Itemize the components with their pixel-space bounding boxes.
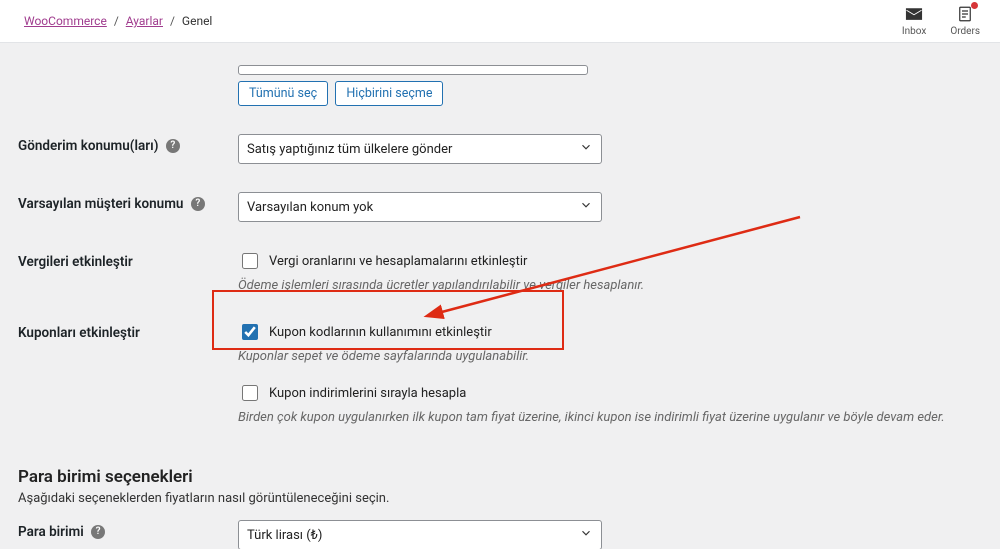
help-icon[interactable]: ?	[191, 197, 205, 211]
mail-icon	[904, 5, 924, 26]
currency-options-desc: Aşağıdaki seçeneklerden fiyatların nasıl…	[18, 491, 982, 506]
breadcrumb-settings[interactable]: Ayarlar	[126, 14, 163, 28]
default-customer-location-value: Varsayılan konum yok	[247, 200, 373, 215]
coupon-sequential-text: Kupon indirimlerini sırayla hesapla	[269, 386, 466, 401]
enable-coupon-codes-text: Kupon kodlarının kullanımını etkinleştir	[269, 325, 492, 340]
coupon-sequential-row[interactable]: Kupon indirimlerini sırayla hesapla	[238, 382, 982, 404]
currency-select[interactable]: Türk lirası (₺)	[238, 520, 602, 549]
currency-label: Para birimi	[18, 524, 84, 540]
notification-dot-icon	[971, 2, 978, 9]
chevron-down-icon	[579, 140, 593, 158]
settings-content: Tümünü seç Hiçbirini seçme Gönderim konu…	[0, 43, 1000, 549]
breadcrumb: WooCommerce / Ayarlar / Genel	[24, 14, 212, 28]
inbox-button[interactable]: Inbox	[902, 5, 926, 37]
shipping-location-label: Gönderim konumu(ları)	[18, 138, 158, 154]
coupon-sequential-desc: Birden çok kupon uygulanırken ilk kupon …	[238, 410, 982, 425]
enable-taxes-label: Vergileri etkinleştir	[18, 254, 133, 270]
inbox-label: Inbox	[902, 26, 926, 37]
breadcrumb-woocommerce[interactable]: WooCommerce	[24, 14, 107, 28]
sell-countries-multiselect[interactable]	[238, 65, 588, 75]
enable-coupons-label: Kuponları etkinleştir	[18, 325, 140, 341]
breadcrumb-separator: /	[114, 14, 119, 28]
enable-coupon-codes-row[interactable]: Kupon kodlarının kullanımını etkinleştir	[238, 321, 982, 343]
default-customer-location-label: Varsayılan müşteri konumu	[18, 196, 183, 212]
enable-taxes-text: Vergi oranlarını ve hesaplamalarını etki…	[269, 254, 527, 269]
currency-options-heading: Para birimi seçenekleri	[18, 467, 982, 487]
shipping-location-value: Satış yaptığınız tüm ülkelere gönder	[247, 142, 452, 157]
breadcrumb-separator: /	[170, 14, 175, 28]
chevron-down-icon	[579, 198, 593, 216]
chevron-down-icon	[579, 526, 593, 544]
enable-coupon-codes-desc: Kuponlar sepet ve ödeme sayfalarında uyg…	[238, 349, 982, 364]
help-icon[interactable]: ?	[91, 525, 105, 539]
orders-label: Orders	[950, 26, 980, 37]
shipping-location-select[interactable]: Satış yaptığınız tüm ülkelere gönder	[238, 134, 602, 164]
default-customer-location-select[interactable]: Varsayılan konum yok	[238, 192, 602, 222]
orders-button[interactable]: Orders	[950, 5, 980, 37]
help-icon[interactable]: ?	[166, 139, 180, 153]
header-actions: Inbox Orders	[902, 5, 980, 37]
breadcrumb-current: Genel	[182, 14, 212, 28]
enable-coupon-codes-checkbox[interactable]	[242, 324, 258, 340]
enable-taxes-checkbox[interactable]	[242, 253, 258, 269]
select-all-button[interactable]: Tümünü seç	[238, 81, 328, 106]
select-none-button[interactable]: Hiçbirini seçme	[335, 81, 443, 106]
enable-taxes-desc: Ödeme işlemleri sırasında ücretler yapıl…	[238, 278, 982, 293]
currency-value: Türk lirası (₺)	[247, 528, 322, 543]
header-bar: WooCommerce / Ayarlar / Genel Inbox Orde…	[0, 0, 1000, 43]
coupon-sequential-checkbox[interactable]	[242, 385, 258, 401]
enable-taxes-row[interactable]: Vergi oranlarını ve hesaplamalarını etki…	[238, 250, 982, 272]
